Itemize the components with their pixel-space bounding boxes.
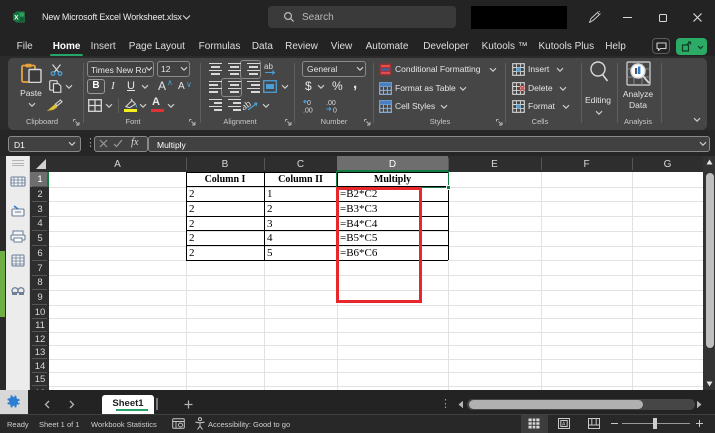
svg-text:ab: ab	[264, 62, 273, 71]
svg-text:0: 0	[333, 108, 337, 114]
svg-text:X: X	[14, 14, 19, 21]
svg-text:ab: ab	[243, 98, 253, 112]
svg-text:.00: .00	[326, 100, 336, 107]
svg-text:.00: .00	[303, 108, 313, 114]
